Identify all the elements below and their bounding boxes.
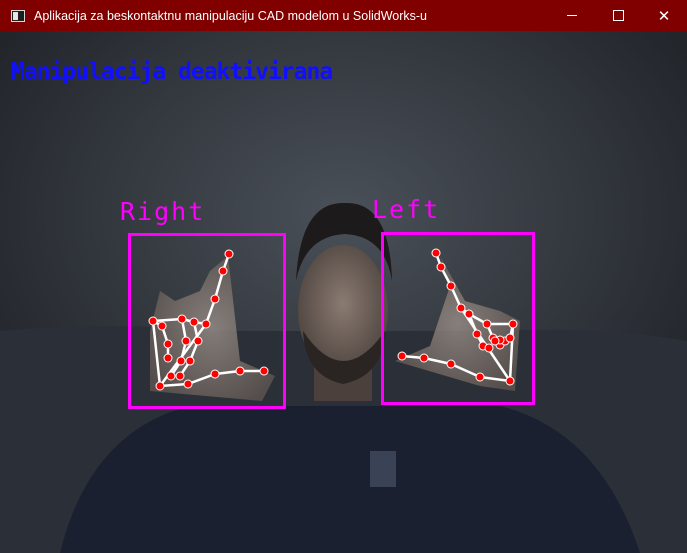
close-button[interactable]: ✕ (641, 0, 687, 31)
app-window: Aplikacija za beskontaktnu manipulaciju … (0, 0, 687, 553)
camera-view: Manipulacija deaktivirana Right Left (0, 31, 687, 553)
right-hand-bounding-box (128, 233, 286, 409)
window-title: Aplikacija za beskontaktnu manipulaciju … (34, 8, 428, 23)
shirt-logo (370, 451, 396, 487)
minimize-icon (567, 15, 577, 16)
manipulation-status: Manipulacija deaktivirana (11, 59, 333, 85)
left-hand-bounding-box (381, 232, 535, 405)
minimize-button[interactable] (549, 0, 595, 31)
close-icon: ✕ (657, 6, 671, 25)
right-hand-label: Right (120, 197, 206, 226)
camera-feed (0, 31, 687, 553)
app-icon (11, 9, 25, 22)
maximize-button[interactable] (595, 0, 641, 31)
title-bar[interactable]: Aplikacija za beskontaktnu manipulaciju … (0, 0, 687, 31)
maximize-icon (612, 10, 624, 21)
left-hand-label: Left (372, 195, 441, 224)
